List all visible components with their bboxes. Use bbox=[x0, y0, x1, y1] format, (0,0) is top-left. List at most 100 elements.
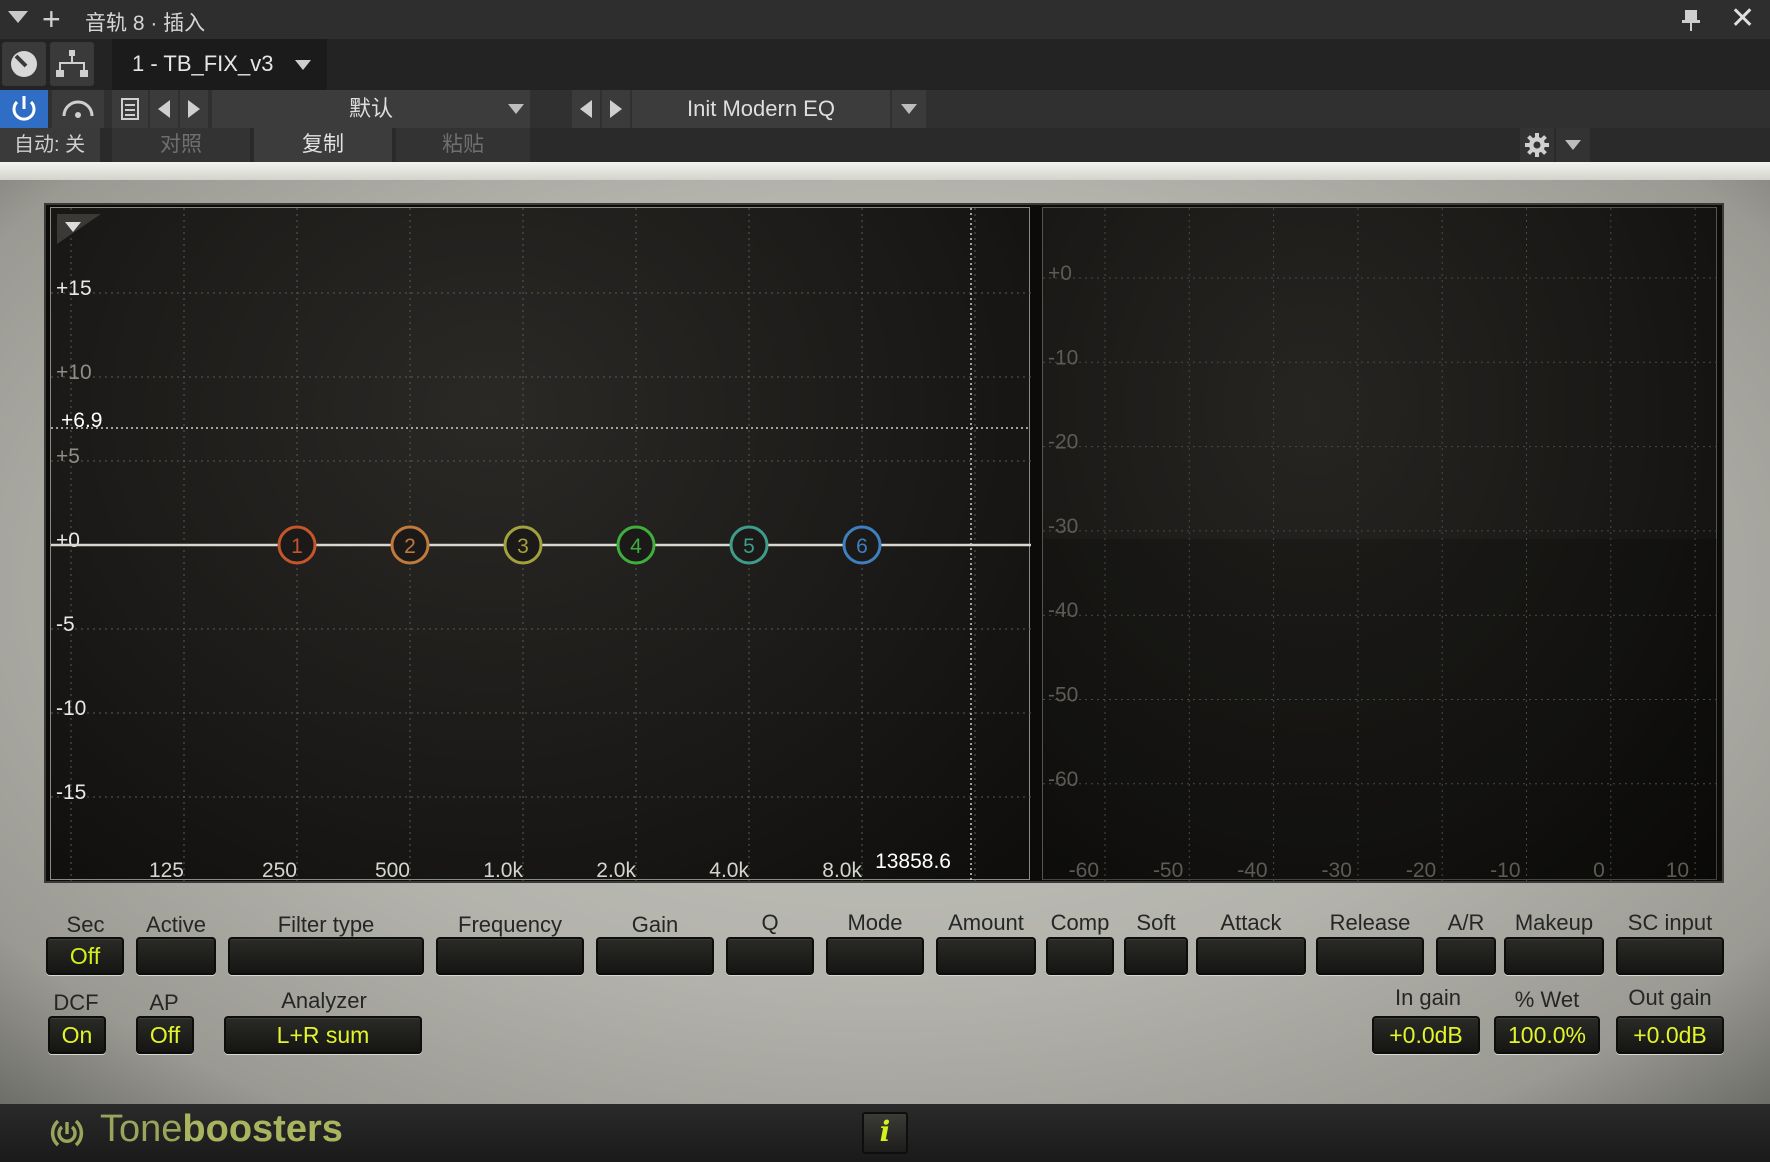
sidechain-icon[interactable] bbox=[52, 90, 104, 128]
wet-field[interactable]: 100.0% bbox=[1494, 1016, 1600, 1054]
insert-slot-tab[interactable]: 1 - TB_FIX_v3 bbox=[112, 39, 327, 90]
copy-button[interactable]: 复制 bbox=[254, 128, 392, 162]
gain-tick-label: -15 bbox=[56, 781, 86, 804]
eq-band-node-1[interactable]: 1 bbox=[277, 525, 317, 565]
dynamics-graph[interactable]: +0 -10 -20 -30 -40 -50 -60 -60 -50 -40 -30 -20 -10 0… bbox=[1042, 207, 1718, 882]
makeup-label: Makeup bbox=[1514, 910, 1594, 935]
gain-tick-label: +5 bbox=[56, 445, 80, 468]
out-gain-label: Out gain bbox=[1628, 985, 1712, 1010]
preset-name-label: Init Modern EQ bbox=[687, 96, 835, 121]
eq-band-node-5[interactable]: 5 bbox=[729, 525, 769, 565]
info-button[interactable]: i bbox=[862, 1112, 908, 1154]
preset-menu-button[interactable] bbox=[892, 90, 926, 128]
dyn-y-tick-label: -30 bbox=[1048, 515, 1078, 538]
ar-label: A/R bbox=[1447, 910, 1485, 935]
add-icon[interactable]: + bbox=[42, 2, 61, 36]
dynamics-graph-canvas[interactable]: +0 -10 -20 -30 -40 -50 -60 -60 -50 -40 -30 -20 -10 0… bbox=[1043, 208, 1718, 882]
power-button[interactable] bbox=[0, 90, 48, 128]
filter-type-select[interactable] bbox=[228, 937, 424, 975]
dynamics-grid bbox=[1043, 208, 1718, 881]
chevron-down-icon bbox=[901, 104, 917, 114]
settings-menu-button[interactable] bbox=[1556, 128, 1590, 162]
gain-tick-label: -10 bbox=[56, 697, 86, 720]
mode-select[interactable] bbox=[826, 937, 924, 975]
chevron-down-icon bbox=[1565, 140, 1581, 150]
dyn-x-tick-label: -30 bbox=[1322, 859, 1352, 881]
soft-button[interactable] bbox=[1124, 937, 1188, 975]
amount-label: Amount bbox=[948, 910, 1024, 935]
ap-label: AP bbox=[149, 990, 179, 1015]
preset-bank-select[interactable]: 默认 bbox=[212, 90, 530, 128]
makeup-field[interactable] bbox=[1504, 937, 1604, 975]
gain-tick-label: +0 bbox=[56, 529, 80, 552]
dcf-label: DCF bbox=[53, 990, 99, 1015]
plugin-top-edge bbox=[0, 162, 1770, 180]
band-number: 1 bbox=[291, 535, 303, 558]
graph-menu-corner[interactable] bbox=[57, 214, 101, 244]
dyn-y-tick-label: -10 bbox=[1048, 346, 1078, 369]
settings-button[interactable] bbox=[1520, 128, 1554, 162]
insert-slot-label: 1 - TB_FIX_v3 bbox=[132, 51, 274, 76]
window-title: 音轨 8 · 插入 bbox=[85, 12, 206, 35]
dyn-x-tick-label: 10 bbox=[1666, 859, 1689, 881]
comp-button[interactable] bbox=[1046, 937, 1114, 975]
eq-graph-canvas[interactable]: +15+10+5+0-5-10-15 125 250 500 1.0k 2.0k 4.0k… bbox=[51, 208, 1031, 882]
band-number: 6 bbox=[856, 535, 868, 558]
in-gain-field[interactable]: +0.0dB bbox=[1372, 1016, 1480, 1054]
prev-preset-button[interactable] bbox=[572, 90, 600, 128]
next-bank-button[interactable] bbox=[180, 90, 208, 128]
gain-field[interactable] bbox=[596, 937, 714, 975]
preset-name-select[interactable]: Init Modern EQ bbox=[632, 90, 890, 128]
gain-reduction-zone bbox=[1043, 538, 1718, 881]
gear-icon bbox=[1525, 133, 1549, 157]
eq-graph[interactable]: +15 +10 +5 +0 -5 -10 -15 125 250 500 1.0k 2.0k 4.0k… bbox=[50, 207, 1031, 882]
dyn-x-tick-label: -50 bbox=[1153, 859, 1183, 881]
amount-field[interactable] bbox=[936, 937, 1036, 975]
routing-icon[interactable] bbox=[50, 42, 94, 86]
sec-button[interactable]: Off bbox=[46, 937, 124, 975]
ap-toggle[interactable]: Off bbox=[136, 1016, 194, 1054]
bypass-dial-icon[interactable] bbox=[2, 42, 46, 86]
analyzer-label: Analyzer bbox=[281, 988, 367, 1013]
chevron-down-icon bbox=[508, 104, 524, 114]
eq-band-node-6[interactable]: 6 bbox=[842, 525, 882, 565]
chevron-down-icon[interactable] bbox=[295, 60, 311, 70]
next-preset-button[interactable] bbox=[602, 90, 630, 128]
eq-band-node-4[interactable]: 4 bbox=[616, 525, 656, 565]
preset-list-icon[interactable] bbox=[112, 90, 148, 128]
title-bar: + 音轨 8 · 插入 ✕ bbox=[0, 0, 1770, 39]
freq-tick-label: 1.0k bbox=[483, 859, 523, 881]
brand-prefix: Tone bbox=[100, 1108, 183, 1150]
active-label: Active bbox=[146, 912, 206, 937]
freq-tick-label: 4.0k bbox=[709, 859, 749, 881]
analyzer-select[interactable]: L+R sum bbox=[224, 1016, 422, 1054]
toneboosters-logo-icon bbox=[50, 1119, 84, 1147]
in-gain-label: In gain bbox=[1394, 985, 1462, 1010]
eq-band-node-2[interactable]: 2 bbox=[390, 525, 430, 565]
band-number: 4 bbox=[630, 535, 642, 558]
attack-field[interactable] bbox=[1196, 937, 1306, 975]
dcf-toggle[interactable]: On bbox=[48, 1016, 106, 1054]
q-label: Q bbox=[761, 910, 779, 935]
compare-button[interactable]: 对照 bbox=[112, 128, 250, 162]
ar-button[interactable] bbox=[1436, 937, 1496, 975]
sc-input-select[interactable] bbox=[1616, 937, 1724, 975]
out-gain-field[interactable]: +0.0dB bbox=[1616, 1016, 1724, 1054]
collapse-arrow-icon[interactable] bbox=[8, 11, 28, 23]
pin-icon[interactable] bbox=[1680, 8, 1702, 32]
cursor-freq-readout: 13858.6 bbox=[875, 850, 951, 873]
automation-status[interactable]: 自动: 关 bbox=[0, 128, 100, 162]
frequency-field[interactable] bbox=[436, 937, 584, 975]
active-button[interactable] bbox=[136, 937, 216, 975]
paste-button[interactable]: 粘贴 bbox=[396, 128, 530, 162]
comp-label: Comp bbox=[1050, 910, 1110, 935]
close-icon[interactable]: ✕ bbox=[1730, 2, 1755, 36]
release-field[interactable] bbox=[1316, 937, 1424, 975]
arrow-left-icon bbox=[580, 100, 592, 118]
eq-band-node-3[interactable]: 3 bbox=[503, 525, 543, 565]
prev-bank-button[interactable] bbox=[150, 90, 178, 128]
q-field[interactable] bbox=[726, 937, 814, 975]
dyn-y-tick-label: -50 bbox=[1048, 684, 1078, 707]
gain-label: Gain bbox=[631, 912, 679, 937]
sec-label: Sec bbox=[66, 912, 105, 937]
